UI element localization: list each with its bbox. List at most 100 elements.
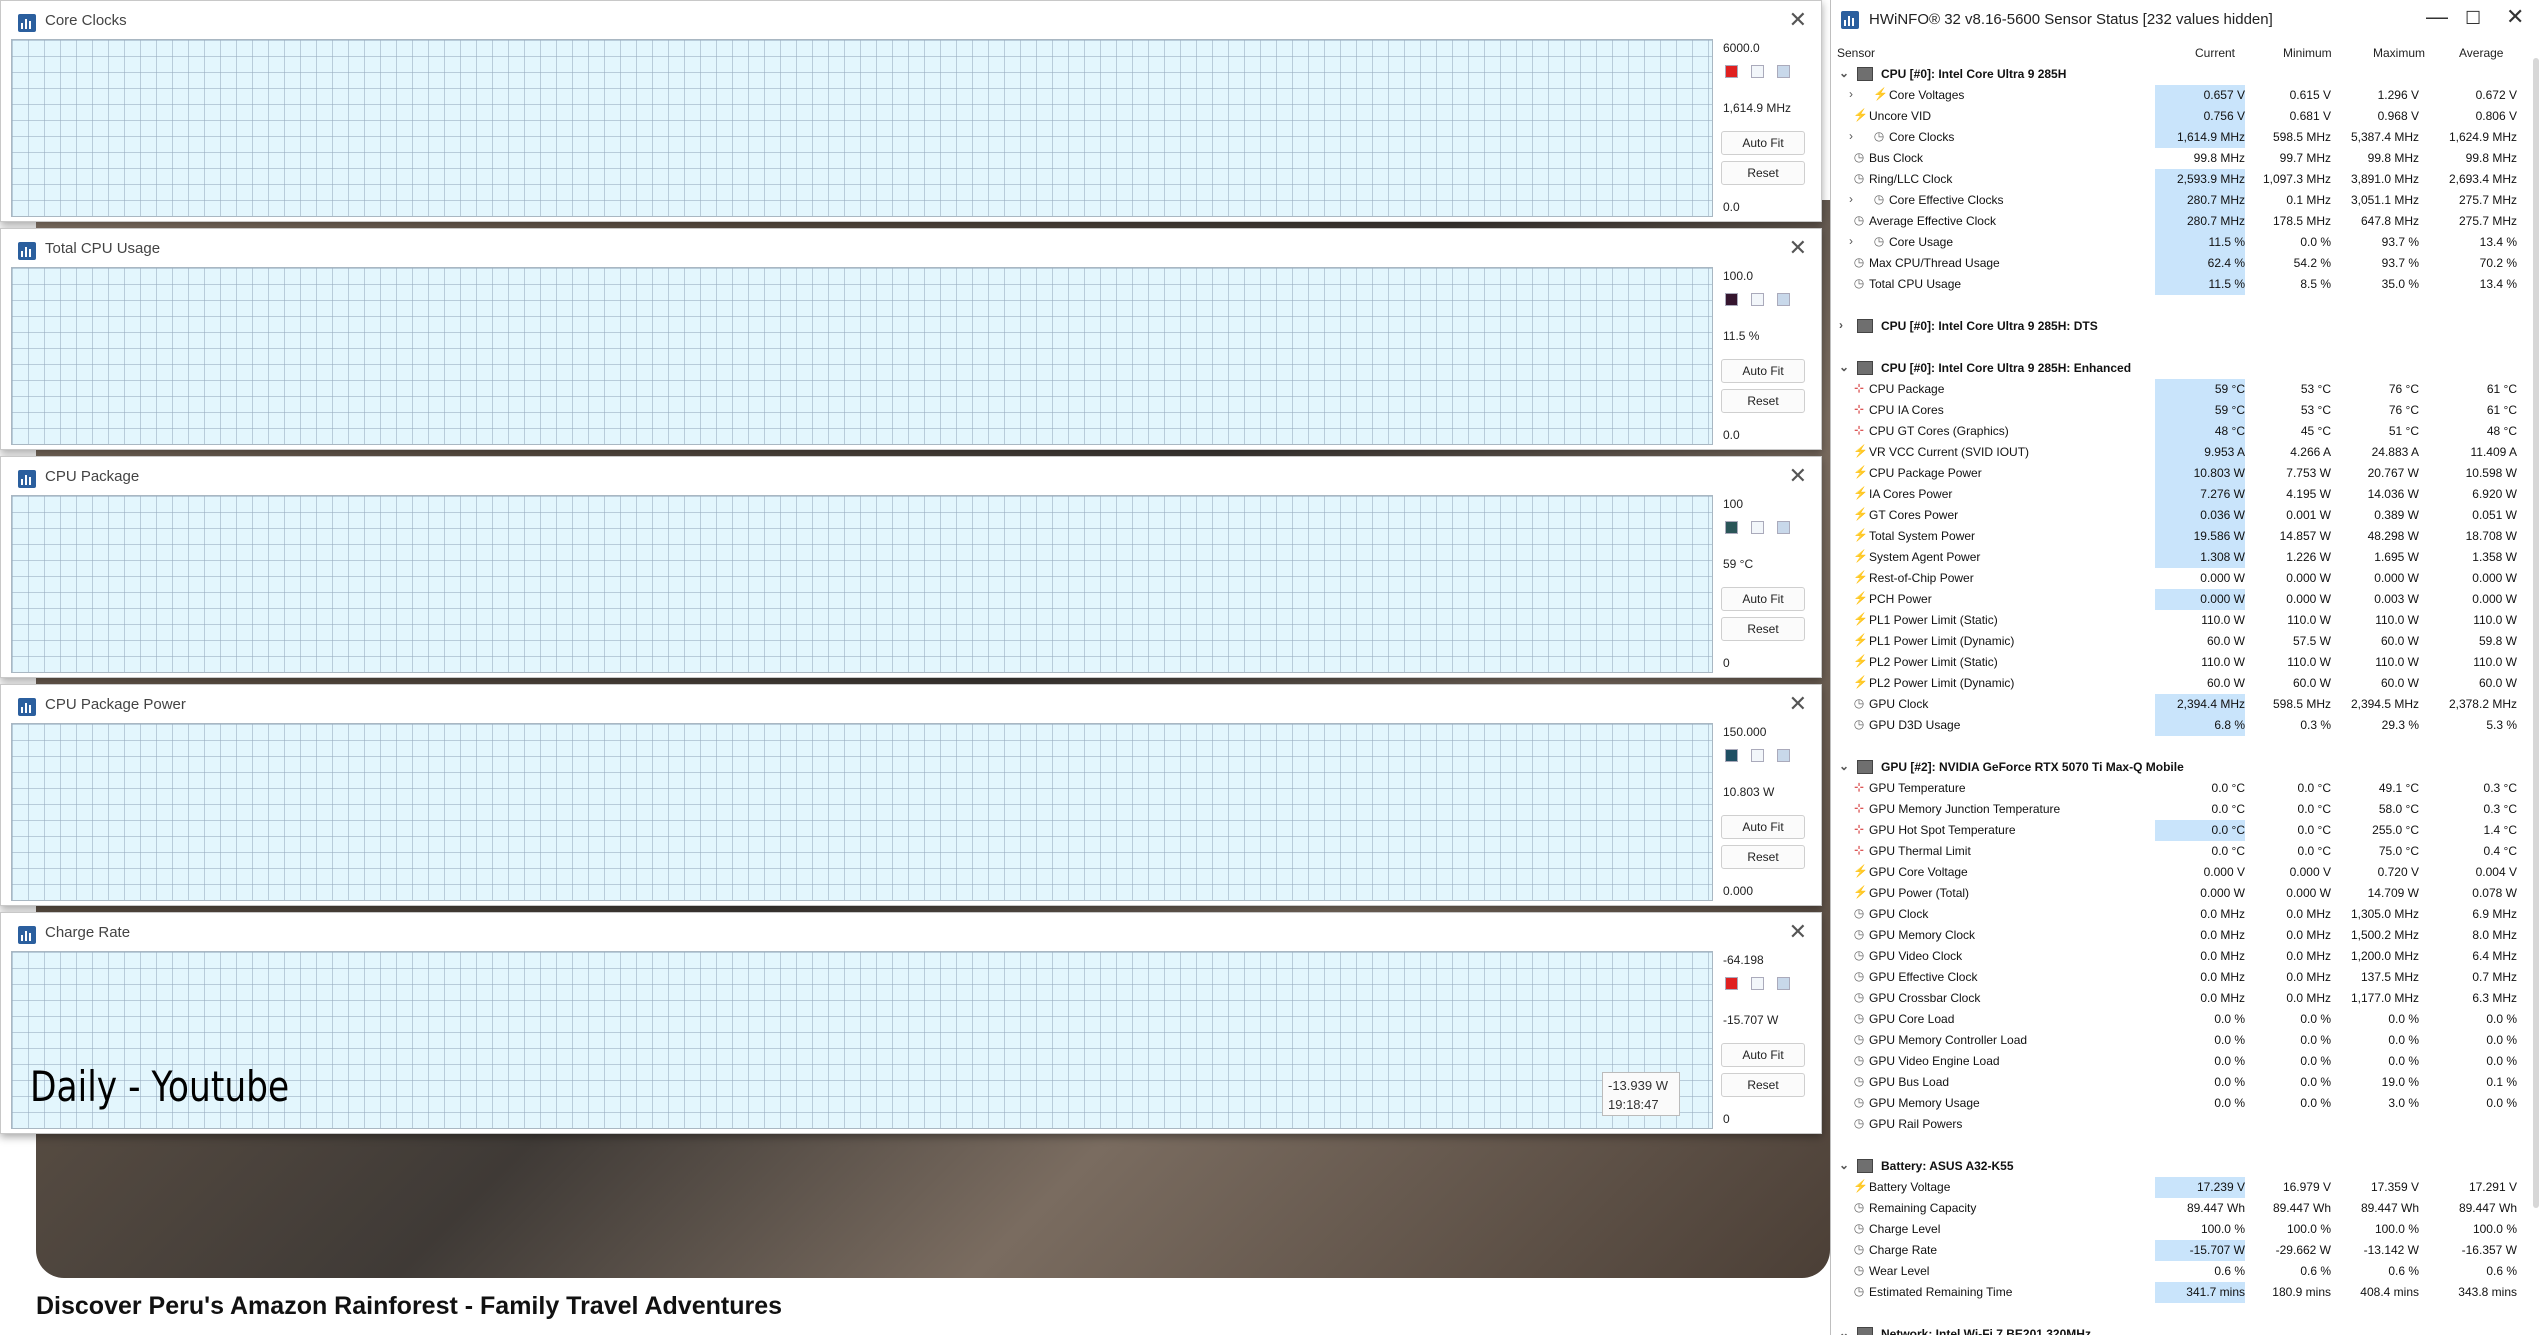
sensor-group[interactable]: ⌄ Network: Intel Wi-Fi 7 BE201 320MHz bbox=[1831, 1324, 2531, 1335]
sensor-row[interactable]: ◷ Ring/LLC Clock 2,593.9 MHz 1,097.3 MHz… bbox=[1831, 169, 2531, 190]
maximize-icon[interactable]: ☐ bbox=[2465, 8, 2481, 29]
graph-plot-area[interactable] bbox=[11, 39, 1713, 217]
grid-color-swatch[interactable] bbox=[1777, 65, 1790, 78]
reset-button[interactable]: Reset bbox=[1721, 617, 1805, 641]
sensor-row[interactable]: ◷ GPU D3D Usage 6.8 % 0.3 % 29.3 % 5.3 % bbox=[1831, 715, 2531, 736]
sensor-row[interactable]: ◷ GPU Crossbar Clock 0.0 MHz 0.0 MHz 1,1… bbox=[1831, 988, 2531, 1009]
sensor-group[interactable]: ⌄ CPU [#0]: Intel Core Ultra 9 285H: Enh… bbox=[1831, 358, 2531, 379]
video-title[interactable]: Discover Peru's Amazon Rainforest - Fami… bbox=[36, 1292, 782, 1321]
series-color-swatch[interactable] bbox=[1725, 977, 1738, 990]
chevron-down-icon[interactable]: ⌄ bbox=[1839, 360, 1851, 374]
close-icon[interactable]: ✕ bbox=[1789, 691, 1807, 717]
sensor-row[interactable]: ◷ GPU Bus Load 0.0 % 0.0 % 19.0 % 0.1 % bbox=[1831, 1072, 2531, 1093]
sensor-row[interactable]: › ⚡ Core Voltages 0.657 V 0.615 V 1.296 … bbox=[1831, 85, 2531, 106]
auto-fit-button[interactable]: Auto Fit bbox=[1721, 1043, 1805, 1067]
sensor-row[interactable]: ⚡ Battery Voltage 17.239 V 16.979 V 17.3… bbox=[1831, 1177, 2531, 1198]
sensor-row[interactable]: ⚡ PL2 Power Limit (Dynamic) 60.0 W 60.0 … bbox=[1831, 673, 2531, 694]
graph-titlebar[interactable]: Charge Rate ✕ bbox=[1, 913, 1821, 949]
sensor-row[interactable]: ◷ GPU Memory Usage 0.0 % 0.0 % 3.0 % 0.0… bbox=[1831, 1093, 2531, 1114]
sensor-row[interactable]: ⊹ CPU Package 59 °C 53 °C 76 °C 61 °C bbox=[1831, 379, 2531, 400]
auto-fit-button[interactable]: Auto Fit bbox=[1721, 131, 1805, 155]
reset-button[interactable]: Reset bbox=[1721, 1073, 1805, 1097]
background-color-swatch[interactable] bbox=[1751, 65, 1764, 78]
sensor-group[interactable]: ⌄ GPU [#2]: NVIDIA GeForce RTX 5070 Ti M… bbox=[1831, 757, 2531, 778]
sensor-row[interactable]: ⚡ PCH Power 0.000 W 0.000 W 0.003 W 0.00… bbox=[1831, 589, 2531, 610]
chevron-right-icon[interactable]: › bbox=[1849, 234, 1861, 248]
header-minimum[interactable]: Minimum bbox=[2283, 46, 2332, 60]
close-icon[interactable]: ✕ bbox=[1789, 7, 1807, 33]
sensor-row[interactable]: ◷ GPU Rail Powers bbox=[1831, 1114, 2531, 1135]
graph-plot-area[interactable] bbox=[11, 267, 1713, 445]
grid-color-swatch[interactable] bbox=[1777, 521, 1790, 534]
graph-window-core-clocks[interactable]: Core Clocks ✕ 6000.0 1,614.9 MHz Auto Fi… bbox=[0, 0, 1822, 222]
sensor-row[interactable]: ◷ Charge Level 100.0 % 100.0 % 100.0 % 1… bbox=[1831, 1219, 2531, 1240]
chevron-down-icon[interactable]: ⌄ bbox=[1839, 1326, 1851, 1335]
background-color-swatch[interactable] bbox=[1751, 293, 1764, 306]
graph-titlebar[interactable]: Core Clocks ✕ bbox=[1, 1, 1821, 37]
sensor-row[interactable]: ◷ GPU Memory Controller Load 0.0 % 0.0 %… bbox=[1831, 1030, 2531, 1051]
sensor-row[interactable]: ◷ Average Effective Clock 280.7 MHz 178.… bbox=[1831, 211, 2531, 232]
chevron-right-icon[interactable]: › bbox=[1849, 192, 1861, 206]
series-color-swatch[interactable] bbox=[1725, 749, 1738, 762]
sensor-row[interactable]: ◷ GPU Clock 2,394.4 MHz 598.5 MHz 2,394.… bbox=[1831, 694, 2531, 715]
sensor-group[interactable]: ⌄ CPU [#0]: Intel Core Ultra 9 285H bbox=[1831, 64, 2531, 85]
close-icon[interactable]: ✕ bbox=[1789, 235, 1807, 261]
graph-plot-area[interactable] bbox=[11, 723, 1713, 901]
sensor-row[interactable]: ⚡ GPU Power (Total) 0.000 W 0.000 W 14.7… bbox=[1831, 883, 2531, 904]
sensor-row[interactable]: ◷ Remaining Capacity 89.447 Wh 89.447 Wh… bbox=[1831, 1198, 2531, 1219]
sensor-row[interactable]: ⊹ GPU Hot Spot Temperature 0.0 °C 0.0 °C… bbox=[1831, 820, 2531, 841]
sensor-row[interactable]: ◷ GPU Effective Clock 0.0 MHz 0.0 MHz 13… bbox=[1831, 967, 2531, 988]
sensor-row[interactable]: ◷ Wear Level 0.6 % 0.6 % 0.6 % 0.6 % bbox=[1831, 1261, 2531, 1282]
reset-button[interactable]: Reset bbox=[1721, 845, 1805, 869]
sensor-row[interactable]: ⊹ CPU GT Cores (Graphics) 48 °C 45 °C 51… bbox=[1831, 421, 2531, 442]
auto-fit-button[interactable]: Auto Fit bbox=[1721, 359, 1805, 383]
reset-button[interactable]: Reset bbox=[1721, 161, 1805, 185]
chevron-down-icon[interactable]: ⌄ bbox=[1839, 66, 1851, 80]
grid-color-swatch[interactable] bbox=[1777, 749, 1790, 762]
sensor-row[interactable]: ⊹ GPU Memory Junction Temperature 0.0 °C… bbox=[1831, 799, 2531, 820]
chevron-right-icon[interactable]: › bbox=[1849, 87, 1861, 101]
sensor-row[interactable]: ◷ GPU Video Clock 0.0 MHz 0.0 MHz 1,200.… bbox=[1831, 946, 2531, 967]
sensor-row[interactable]: ⚡ Uncore VID 0.756 V 0.681 V 0.968 V 0.8… bbox=[1831, 106, 2531, 127]
graph-titlebar[interactable]: CPU Package Power ✕ bbox=[1, 685, 1821, 721]
header-average[interactable]: Average bbox=[2459, 46, 2503, 60]
chevron-down-icon[interactable]: ⌄ bbox=[1839, 759, 1851, 773]
sensor-group[interactable]: › CPU [#0]: Intel Core Ultra 9 285H: DTS bbox=[1831, 316, 2531, 337]
sensor-row[interactable]: ⚡ PL1 Power Limit (Static) 110.0 W 110.0… bbox=[1831, 610, 2531, 631]
graph-plot-area[interactable] bbox=[11, 495, 1713, 673]
minimize-icon[interactable]: — bbox=[2426, 4, 2448, 30]
sensor-row[interactable]: › ◷ Core Effective Clocks 280.7 MHz 0.1 … bbox=[1831, 190, 2531, 211]
sensor-row[interactable]: ◷ Charge Rate -15.707 W -29.662 W -13.14… bbox=[1831, 1240, 2531, 1261]
sensor-row[interactable]: › ◷ Core Clocks 1,614.9 MHz 598.5 MHz 5,… bbox=[1831, 127, 2531, 148]
sensor-row[interactable]: ◷ Total CPU Usage 11.5 % 8.5 % 35.0 % 13… bbox=[1831, 274, 2531, 295]
sensor-row[interactable]: ⚡ PL1 Power Limit (Dynamic) 60.0 W 57.5 … bbox=[1831, 631, 2531, 652]
sensor-row[interactable]: › ◷ Core Usage 11.5 % 0.0 % 93.7 % 13.4 … bbox=[1831, 232, 2531, 253]
chevron-right-icon[interactable]: › bbox=[1849, 129, 1861, 143]
header-maximum[interactable]: Maximum bbox=[2373, 46, 2425, 60]
series-color-swatch[interactable] bbox=[1725, 293, 1738, 306]
auto-fit-button[interactable]: Auto Fit bbox=[1721, 587, 1805, 611]
sensor-row[interactable]: ◷ GPU Memory Clock 0.0 MHz 0.0 MHz 1,500… bbox=[1831, 925, 2531, 946]
sensor-row[interactable]: ⚡ System Agent Power 1.308 W 1.226 W 1.6… bbox=[1831, 547, 2531, 568]
header-sensor[interactable]: Sensor bbox=[1837, 46, 1875, 60]
reset-button[interactable]: Reset bbox=[1721, 389, 1805, 413]
hwinfo-titlebar[interactable]: HWiNFO® 32 v8.16-5600 Sensor Status [232… bbox=[1831, 0, 2541, 38]
background-color-swatch[interactable] bbox=[1751, 977, 1764, 990]
series-color-swatch[interactable] bbox=[1725, 521, 1738, 534]
header-current[interactable]: Current bbox=[2195, 46, 2235, 60]
sensor-row[interactable]: ⊹ GPU Temperature 0.0 °C 0.0 °C 49.1 °C … bbox=[1831, 778, 2531, 799]
sensor-row[interactable]: ⊹ GPU Thermal Limit 0.0 °C 0.0 °C 75.0 °… bbox=[1831, 841, 2531, 862]
background-color-swatch[interactable] bbox=[1751, 749, 1764, 762]
sensor-row[interactable]: ⚡ Rest-of-Chip Power 0.000 W 0.000 W 0.0… bbox=[1831, 568, 2531, 589]
grid-color-swatch[interactable] bbox=[1777, 977, 1790, 990]
background-color-swatch[interactable] bbox=[1751, 521, 1764, 534]
graph-titlebar[interactable]: CPU Package ✕ bbox=[1, 457, 1821, 493]
graph-window-total-cpu-usage[interactable]: Total CPU Usage ✕ 100.0 11.5 % Auto Fit … bbox=[0, 228, 1822, 450]
sensor-row[interactable]: ◷ Bus Clock 99.8 MHz 99.7 MHz 99.8 MHz 9… bbox=[1831, 148, 2531, 169]
close-icon[interactable]: ✕ bbox=[2506, 4, 2524, 30]
auto-fit-button[interactable]: Auto Fit bbox=[1721, 815, 1805, 839]
sensor-row[interactable]: ⚡ CPU Package Power 10.803 W 7.753 W 20.… bbox=[1831, 463, 2531, 484]
sensor-row[interactable]: ⚡ IA Cores Power 7.276 W 4.195 W 14.036 … bbox=[1831, 484, 2531, 505]
sensor-row[interactable]: ◷ Max CPU/Thread Usage 62.4 % 54.2 % 93.… bbox=[1831, 253, 2531, 274]
graph-window-cpu-package-power[interactable]: CPU Package Power ✕ 150.000 10.803 W Aut… bbox=[0, 684, 1822, 906]
